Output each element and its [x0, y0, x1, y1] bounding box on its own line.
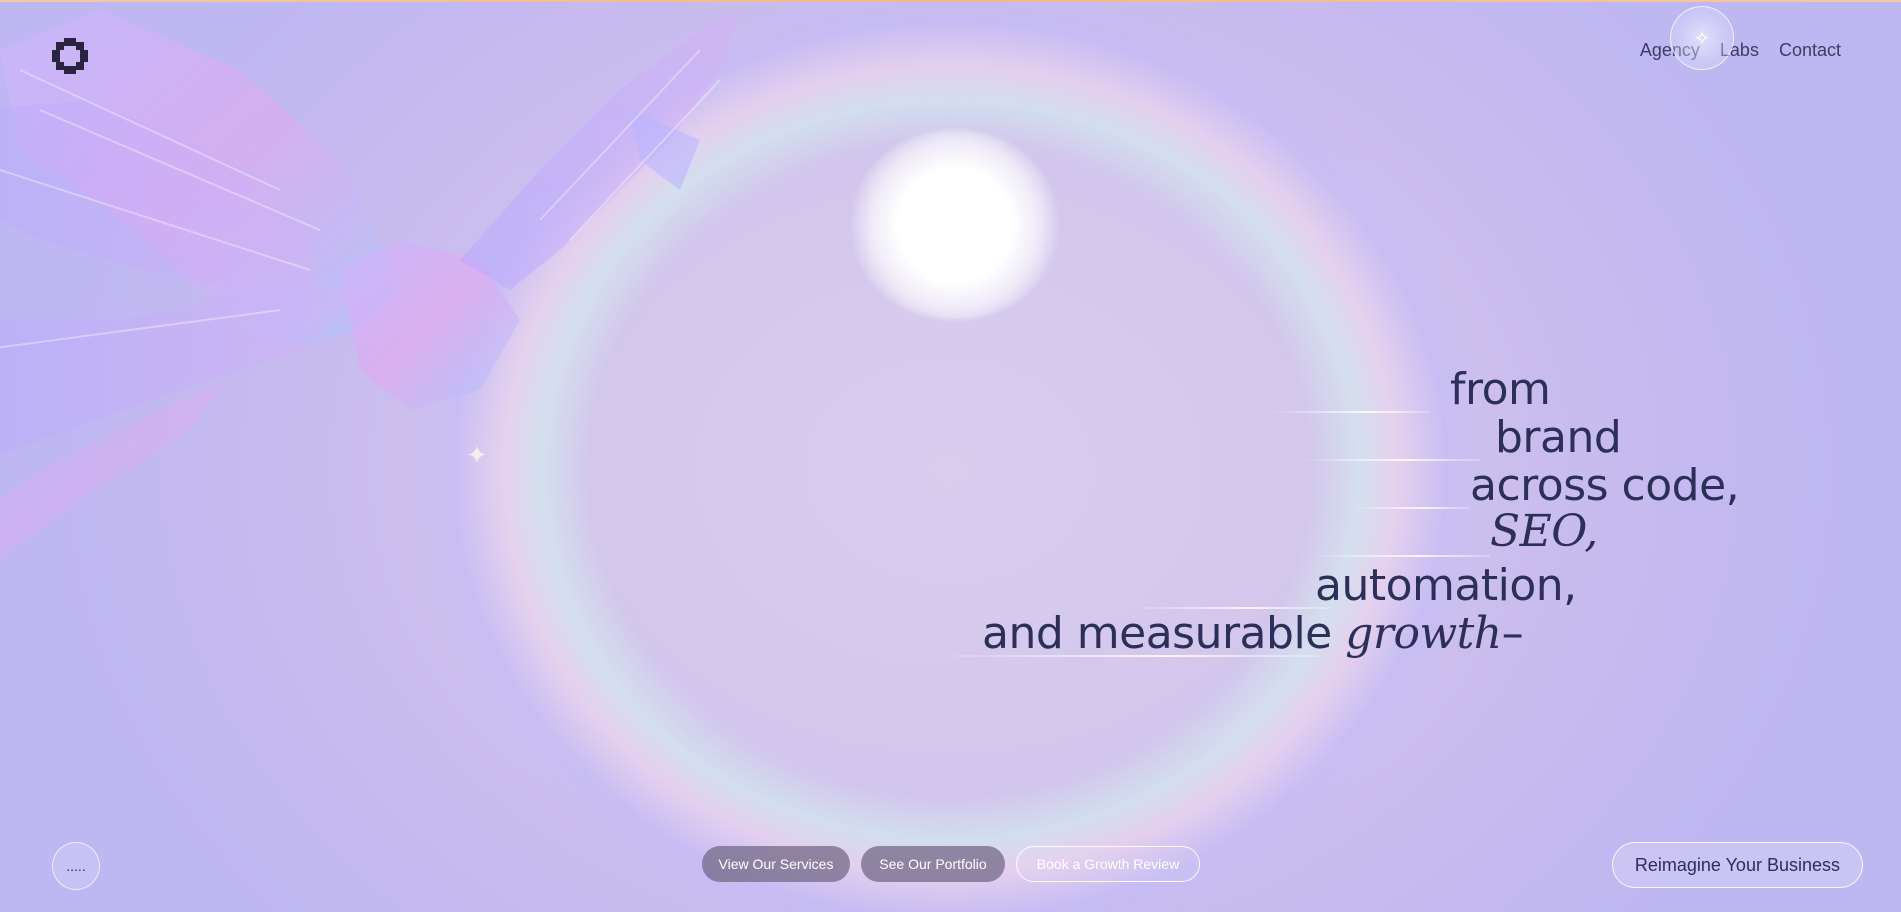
headline-line-6-text: and measurable: [982, 608, 1332, 659]
headline-line-5: automation,: [1315, 560, 1577, 611]
headline-line-6-dash: –: [1501, 608, 1524, 659]
headline-rule: [1270, 411, 1430, 413]
headline-line-1: from: [1450, 364, 1551, 415]
menu-dots-button[interactable]: .....: [52, 842, 100, 890]
book-growth-review-button[interactable]: Book a Growth Review: [1016, 846, 1200, 882]
hero-headline: from brand across code, SEO, automation,…: [0, 0, 1901, 912]
headline-line-4: SEO,: [1490, 506, 1598, 557]
headline-line-3: across code,: [1470, 460, 1740, 511]
headline-rule: [1310, 555, 1490, 557]
headline-rule: [1350, 507, 1470, 509]
page: ✦ Agency Labs Contact ✧ from brand acros…: [0, 0, 1901, 912]
view-services-button[interactable]: View Our Services: [702, 846, 850, 882]
headline-line-6: and measurable growth–: [982, 608, 1524, 659]
headline-line-6-italic: growth: [1345, 608, 1502, 659]
see-portfolio-button[interactable]: See Our Portfolio: [861, 846, 1005, 882]
headline-line-2: brand: [1495, 412, 1622, 463]
headline-rule: [1300, 459, 1480, 461]
reimagine-business-button[interactable]: Reimagine Your Business: [1611, 842, 1863, 888]
